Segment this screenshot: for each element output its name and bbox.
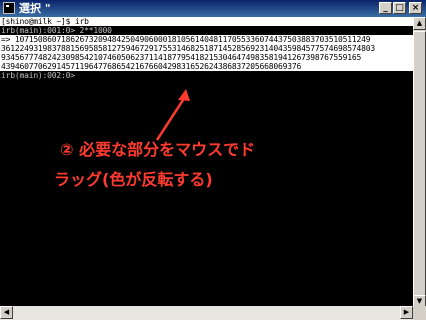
scroll-up-button[interactable]: ▲	[413, 17, 426, 30]
scroll-left-button[interactable]: ◀	[0, 306, 13, 319]
annotation-line-2: ラッグ(色が反転する)	[54, 170, 213, 189]
scroll-right-button[interactable]: ▶	[400, 306, 413, 319]
annotation-callout: ② 必要な部分をマウスでド ラッグ(色が反転する)	[52, 138, 312, 200]
vertical-scrollbar[interactable]: ▲ ▼	[413, 17, 426, 308]
irb-console-window: 選択 " _ □ × [shino@milk ~]$ irb irb(main)…	[0, 0, 426, 320]
horizontal-scrollbar[interactable]: ◀ ▶	[0, 306, 413, 320]
scrollbar-corner	[413, 306, 426, 320]
vertical-scroll-thumb[interactable]	[413, 31, 426, 299]
annotation-line-1: ② 必要な部分をマウスでド	[60, 140, 256, 159]
